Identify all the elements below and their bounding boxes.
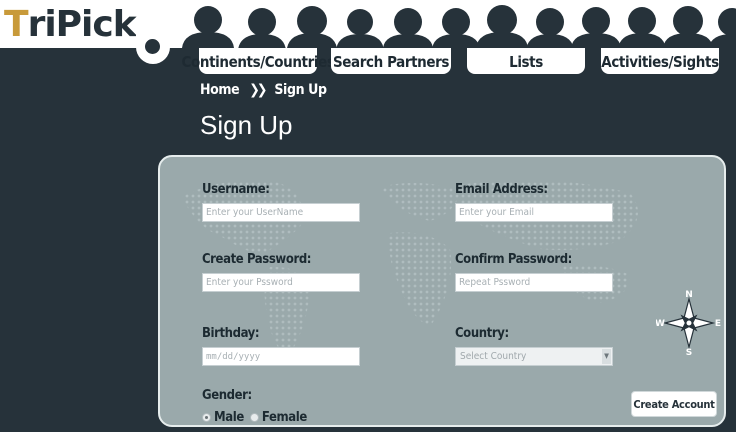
crowd-silhouettes-banner	[182, 5, 736, 48]
confirm-password-input[interactable]	[455, 273, 613, 292]
gender-male-label: Male	[214, 410, 244, 425]
country-select-value: Select Country	[460, 351, 527, 362]
create-password-label: Create Password:	[202, 252, 312, 267]
breadcrumb: Home ❯❯ Sign Up	[200, 82, 327, 98]
page-title: Sign Up	[200, 110, 293, 140]
nav-tab-label: Activities/Sights	[601, 53, 719, 71]
breadcrumb-home-link[interactable]: Home	[200, 82, 240, 98]
create-account-button[interactable]: Create Account	[631, 391, 717, 417]
create-password-input[interactable]	[202, 273, 360, 292]
nav-tab-label: Lists	[509, 53, 543, 71]
world-map-background	[182, 179, 638, 357]
logo-rest: riPick	[27, 3, 137, 45]
logo-first-letter: T	[4, 3, 29, 45]
username-input[interactable]	[202, 203, 360, 222]
gender-label: Gender:	[202, 388, 252, 403]
country-select[interactable]: Select Country ▼	[455, 347, 613, 366]
nav-tab-search-partners[interactable]: Search Partners	[331, 48, 451, 74]
compass-south-label: S	[686, 348, 692, 357]
site-header: TriPick	[0, 0, 736, 48]
create-account-label: Create Account	[633, 397, 715, 411]
breadcrumb-separator-icon: ❯❯	[249, 82, 267, 98]
nav-tab-activities-sights[interactable]: Activities/Sights	[601, 48, 719, 74]
email-input[interactable]	[455, 203, 613, 222]
nav-tab-label: Search Partners	[332, 53, 450, 71]
compass-east-label: E	[715, 319, 721, 329]
email-label: Email Address:	[455, 182, 548, 197]
nav-tab-label: Continents/Countries	[181, 53, 335, 71]
birthday-label: Birthday:	[202, 326, 260, 341]
tripick-logo[interactable]: TriPick	[4, 3, 137, 45]
birthday-input[interactable]	[202, 347, 360, 366]
chevron-down-icon: ▼	[602, 349, 611, 364]
gender-male-radio[interactable]	[202, 413, 211, 422]
nav-tab-continents-countries[interactable]: Continents/Countries	[182, 48, 335, 74]
compass-north-label: N	[685, 290, 693, 300]
signup-form-panel: Username: Email Address: Create Password…	[158, 155, 726, 427]
breadcrumb-current: Sign Up	[274, 82, 327, 98]
compass-west-label: W	[656, 319, 665, 329]
gender-female-radio[interactable]	[249, 413, 259, 422]
gender-female-label: Female	[261, 410, 307, 425]
nav-tab-lists[interactable]: Lists	[467, 48, 585, 74]
logo-hook-dot	[145, 39, 160, 54]
country-label: Country:	[455, 326, 509, 341]
confirm-password-label: Confirm Password:	[455, 252, 572, 267]
compass-rose-icon: N E S W	[656, 290, 721, 357]
username-label: Username:	[202, 182, 270, 197]
gender-radio-group: Male Female	[202, 410, 307, 425]
